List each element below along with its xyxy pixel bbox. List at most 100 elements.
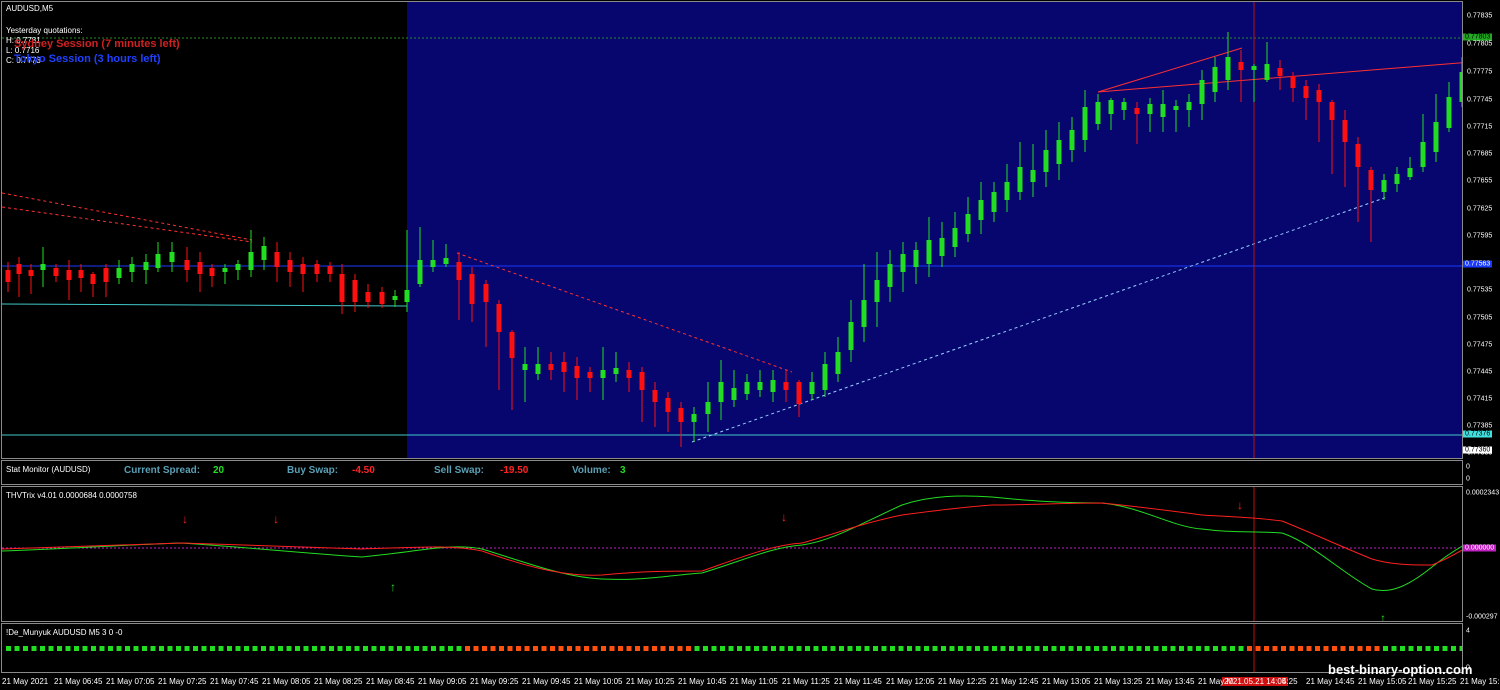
signal-dot [1145, 646, 1150, 651]
signal-dot [830, 646, 836, 651]
signal-dot [371, 646, 377, 651]
signal-dot [1391, 646, 1397, 651]
candle-body [1355, 144, 1361, 167]
time-label: 21 May 12:25 [938, 677, 987, 686]
candle-body [1004, 182, 1010, 200]
signal-dot [813, 646, 819, 651]
signal-dot [1289, 646, 1295, 651]
signal-dot [1060, 646, 1065, 651]
trix-axis-top: 0.0002343 [1466, 489, 1500, 497]
signal-dot [1153, 646, 1159, 651]
signal-dot [694, 646, 700, 651]
signal-dot [677, 646, 683, 651]
signal-dot [108, 646, 113, 651]
candle-body [300, 264, 306, 274]
spread-label: Current Spread: [124, 465, 201, 476]
signal-dot [295, 646, 300, 651]
candle-body [261, 246, 267, 260]
candle-body [1199, 80, 1205, 104]
signal-dot [601, 646, 606, 651]
candle-body [770, 380, 776, 392]
sell-arrow-icon: ↓ [1237, 498, 1243, 512]
candle-body [483, 284, 489, 302]
candle-body [665, 398, 671, 412]
signal-dot [958, 646, 963, 651]
price-axis: 0.77835 0.77805 0.77775 0.77745 0.77715 0.776… [1463, 1, 1500, 459]
signal-dot [1136, 646, 1142, 651]
candle-body [1082, 107, 1088, 140]
candle-body [1147, 104, 1153, 114]
candle-body [691, 414, 697, 422]
candle-body [1329, 102, 1335, 120]
candle-body [613, 368, 619, 374]
candle-body [1069, 130, 1075, 150]
trix-axis-bottom: -0.000297 [1466, 613, 1498, 621]
signal-dot [337, 646, 343, 651]
sell-arrow-icon: ↓ [781, 510, 787, 524]
main-chart-pane[interactable]: AUDUSD,M5 Yesterday quotations: H: 0.778… [1, 1, 1463, 459]
main-chart-canvas[interactable] [2, 2, 1463, 459]
candle-body [887, 264, 893, 287]
price-tick: 0.77505 [1467, 314, 1493, 322]
signal-dot [286, 646, 292, 651]
munyuk-pane[interactable]: !De_Munyuk AUDUSD M5 3 0 -0 [1, 623, 1463, 673]
candle-body [1186, 102, 1192, 110]
candle-body [1017, 167, 1023, 192]
munyuk-canvas[interactable] [2, 624, 1463, 673]
signal-dot [1315, 646, 1320, 651]
signal-dot [1400, 646, 1405, 651]
price-tick: 0.77595 [1467, 232, 1493, 240]
signal-dot [915, 646, 921, 651]
trix-pane[interactable]: ↓ ↓ ↓ ↓ ↑ ↑ THVTrix v4.01 0.0000684 0.00… [1, 486, 1463, 622]
candle-body [548, 364, 554, 370]
signal-dot [1111, 646, 1116, 651]
candle-body [392, 296, 398, 300]
signal-dot [1417, 646, 1422, 651]
signal-dot [1332, 646, 1337, 651]
candle-body [1251, 66, 1257, 70]
time-label: 21 May 09:25 [470, 677, 519, 686]
signal-dot [762, 646, 768, 651]
trix-green-line [2, 495, 1462, 591]
signal-dot [1425, 646, 1431, 651]
trix-canvas[interactable]: ↓ ↓ ↓ ↓ ↑ ↑ [2, 487, 1463, 622]
signal-dot [235, 646, 241, 651]
buy-arrow-icon: ↑ [1380, 611, 1386, 622]
time-label: 21 May 15: [1460, 677, 1500, 686]
candle-body [456, 262, 462, 280]
signal-dot [524, 646, 530, 651]
signal-dot [1170, 646, 1176, 651]
signal-dot [1408, 646, 1414, 651]
candle-body [574, 366, 580, 378]
signal-dot [456, 646, 462, 651]
signal-dot [184, 646, 190, 651]
candle-body [744, 382, 750, 394]
signal-dot [1119, 646, 1125, 651]
time-label: 21 May 2021 [2, 677, 49, 686]
signal-dot [405, 646, 411, 651]
signal-dot [159, 646, 164, 651]
signal-dot [473, 646, 479, 651]
signal-dot [397, 646, 402, 651]
watermark: best-binary-option.com [1328, 662, 1473, 677]
signal-dot [949, 646, 955, 651]
time-label: 21 May 07:05 [106, 677, 155, 686]
candle-body [1225, 57, 1231, 80]
time-label: 4:25 [1282, 677, 1298, 686]
signal-dot [439, 646, 445, 651]
session-label-tokyo: Tokyo Session (3 hours left) [14, 53, 161, 65]
signal-dot [278, 646, 283, 651]
signal-dot [74, 646, 79, 651]
price-tick: 0.77805 [1467, 40, 1493, 48]
signal-dot [1383, 646, 1388, 651]
candle-body [874, 280, 880, 302]
candle-body [339, 274, 345, 302]
signal-dot [711, 646, 717, 651]
signal-dot [788, 646, 793, 651]
signal-dot [227, 646, 232, 651]
candle-body [509, 332, 515, 358]
stat-monitor-title: Stat Monitor (AUDUSD) [6, 465, 91, 474]
sell-arrow-icon: ↓ [182, 512, 188, 526]
candle-body [822, 364, 828, 390]
price-tick: 0.77835 [1467, 12, 1493, 20]
